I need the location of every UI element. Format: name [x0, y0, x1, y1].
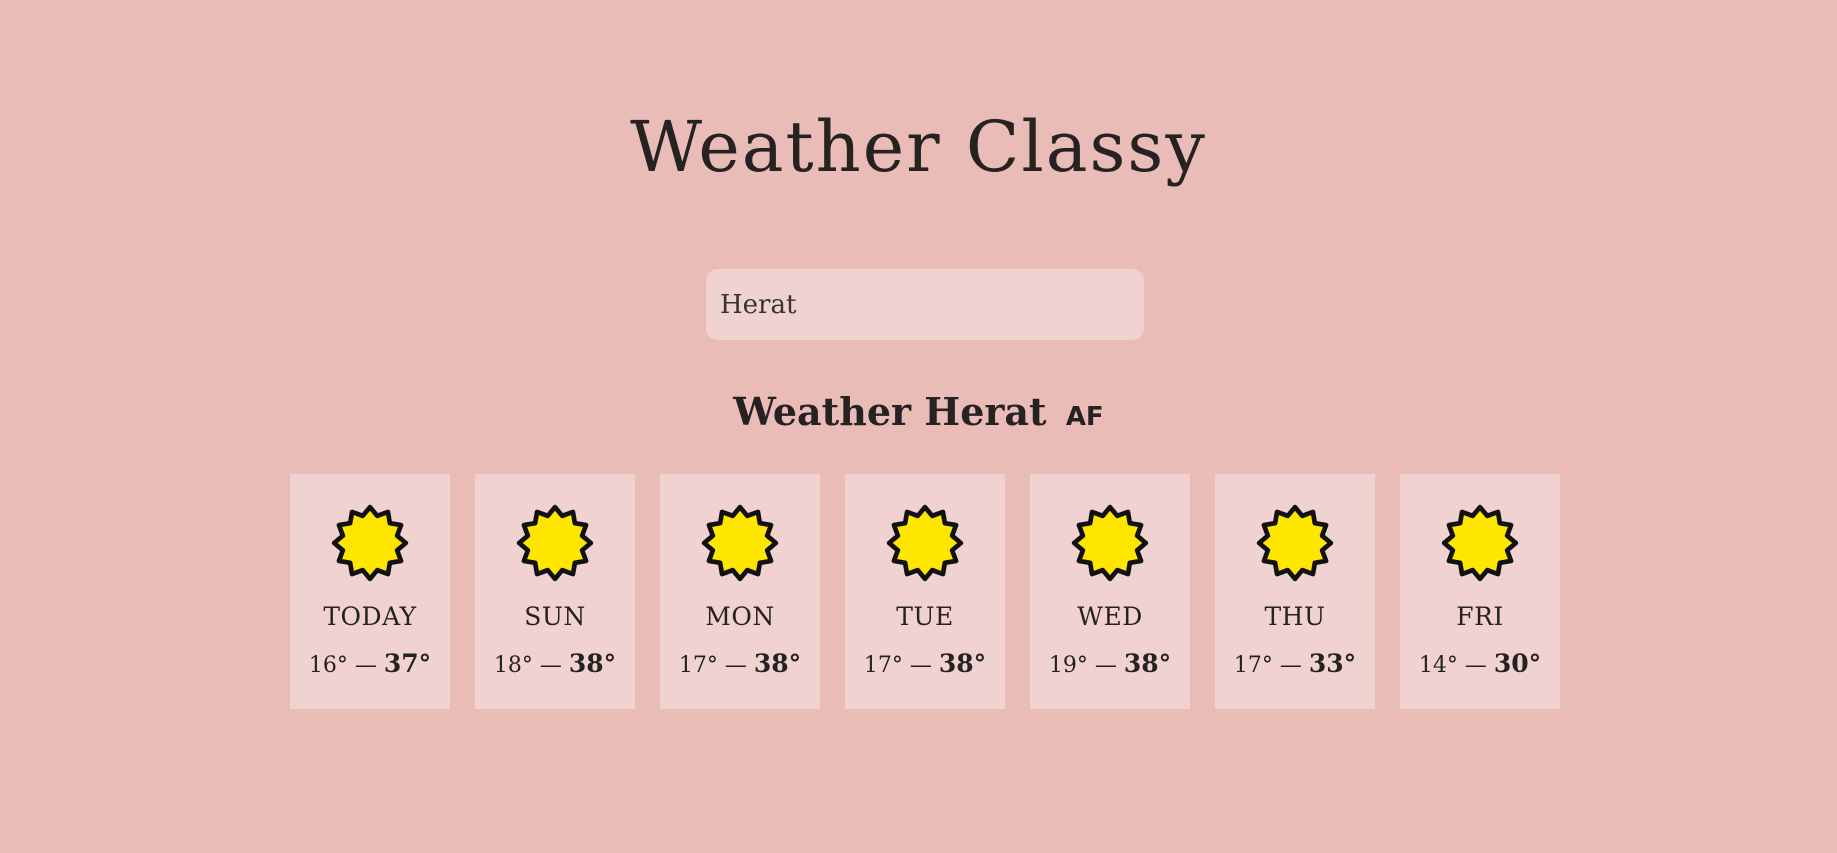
- sun-rays: [886, 504, 964, 582]
- weather-app: Weather Classy Weather Herat AF TODAY 16…: [0, 0, 1837, 853]
- temperature-range: 17° — 33°: [1234, 651, 1356, 677]
- forecast-list: TODAY 16° — 37° SUN 18° — 38° MON 17° — …: [290, 474, 1560, 709]
- temp-separator: —: [354, 653, 377, 678]
- sun-icon: [886, 504, 964, 582]
- temp-separator: —: [1279, 653, 1302, 678]
- sun-rays: [1441, 504, 1519, 582]
- location-heading: Weather Herat AF: [0, 393, 1837, 431]
- temperature-range: 14° — 30°: [1419, 651, 1541, 677]
- min-temp: 16°: [308, 653, 348, 678]
- sun-icon: [1256, 504, 1334, 582]
- temp-separator: —: [1464, 653, 1487, 678]
- temperature-range: 18° — 38°: [494, 651, 616, 677]
- min-temp: 19°: [1048, 653, 1088, 678]
- max-temp: 38°: [753, 649, 802, 678]
- max-temp: 37°: [383, 649, 432, 678]
- temp-separator: —: [724, 653, 747, 678]
- temp-separator: —: [539, 653, 562, 678]
- min-temp: 14°: [1418, 653, 1458, 678]
- temp-separator: —: [1094, 653, 1117, 678]
- app-title: Weather Classy: [630, 106, 1207, 188]
- day-name: TUE: [896, 602, 954, 631]
- location-country: AF: [1065, 402, 1104, 432]
- sun-rays: [1071, 504, 1149, 582]
- day-name: THU: [1264, 602, 1326, 631]
- sun-icon: [331, 504, 409, 582]
- location-city: Herat: [924, 389, 1047, 434]
- forecast-card-wed: WED 19° — 38°: [1030, 474, 1190, 709]
- max-temp: 38°: [568, 649, 617, 678]
- city-search-input[interactable]: [706, 269, 1144, 340]
- sun-rays: [516, 504, 594, 582]
- temperature-range: 17° — 38°: [679, 651, 801, 677]
- day-name: MON: [705, 602, 775, 631]
- temperature-range: 17° — 38°: [864, 651, 986, 677]
- max-temp: 30°: [1493, 649, 1542, 678]
- min-temp: 17°: [863, 653, 903, 678]
- forecast-card-today: TODAY 16° — 37°: [290, 474, 450, 709]
- day-name: SUN: [524, 602, 586, 631]
- temperature-range: 19° — 38°: [1049, 651, 1171, 677]
- day-name: FRI: [1456, 602, 1504, 631]
- min-temp: 17°: [1233, 653, 1273, 678]
- forecast-card-sun: SUN 18° — 38°: [475, 474, 635, 709]
- sun-icon: [516, 504, 594, 582]
- sun-icon: [1441, 504, 1519, 582]
- forecast-card-mon: MON 17° — 38°: [660, 474, 820, 709]
- sun-rays: [701, 504, 779, 582]
- forecast-card-thu: THU 17° — 33°: [1215, 474, 1375, 709]
- forecast-card-fri: FRI 14° — 30°: [1400, 474, 1560, 709]
- location-prefix: Weather: [733, 389, 912, 434]
- sun-rays: [1256, 504, 1334, 582]
- sun-rays: [331, 504, 409, 582]
- temperature-range: 16° — 37°: [309, 651, 431, 677]
- max-temp: 38°: [1123, 649, 1172, 678]
- max-temp: 33°: [1308, 649, 1357, 678]
- day-name: WED: [1077, 602, 1143, 631]
- sun-icon: [701, 504, 779, 582]
- min-temp: 17°: [678, 653, 718, 678]
- max-temp: 38°: [938, 649, 987, 678]
- temp-separator: —: [909, 653, 932, 678]
- min-temp: 18°: [493, 653, 533, 678]
- sun-icon: [1071, 504, 1149, 582]
- forecast-card-tue: TUE 17° — 38°: [845, 474, 1005, 709]
- day-name: TODAY: [323, 602, 417, 631]
